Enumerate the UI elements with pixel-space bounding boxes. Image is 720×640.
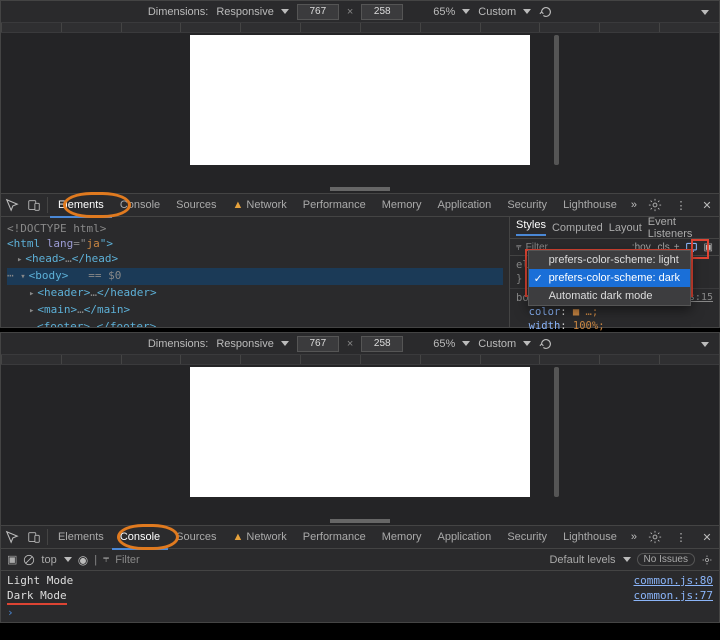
prompt-icon: › <box>7 605 14 620</box>
clear-console-icon[interactable] <box>23 554 35 566</box>
side-tab-computed[interactable]: Computed <box>552 222 603 234</box>
sidebar-toggle-icon[interactable]: ▣ <box>7 553 17 566</box>
side-tab-events[interactable]: Event Listeners <box>648 216 713 240</box>
rendered-page[interactable] <box>190 35 530 165</box>
inspect-icon[interactable] <box>1 193 23 217</box>
console-input[interactable] <box>20 605 713 620</box>
log-line: Light Mode <box>7 573 634 588</box>
tab-performance[interactable]: Performance <box>295 525 374 549</box>
rendered-page[interactable] <box>190 367 530 497</box>
tab-performance[interactable]: Performance <box>295 193 374 217</box>
tab-lighthouse[interactable]: Lighthouse <box>555 525 625 549</box>
resize-grip-icon[interactable] <box>330 519 390 523</box>
console-filter-input[interactable]: Filter <box>115 554 139 566</box>
issues-badge[interactable]: No Issues <box>637 553 695 566</box>
console-settings-icon[interactable] <box>701 554 713 566</box>
height-input[interactable] <box>361 4 403 20</box>
scrollbar-stub <box>554 35 559 165</box>
tabs-overflow-icon[interactable]: » <box>625 199 643 211</box>
tab-elements[interactable]: Elements <box>50 194 112 218</box>
width-input[interactable] <box>297 336 339 352</box>
side-tab-layout[interactable]: Layout <box>609 222 642 234</box>
zoom-select[interactable]: 65% <box>433 338 470 350</box>
dimensions-label: Dimensions: <box>148 6 209 18</box>
tab-security[interactable]: Security <box>499 525 555 549</box>
devtools-tab-bar: Elements Console Sources ▲Network Perfor… <box>1 525 719 549</box>
rotate-icon[interactable] <box>539 337 553 351</box>
tab-console[interactable]: Console <box>112 526 168 550</box>
tab-network[interactable]: ▲Network <box>225 525 295 549</box>
settings-icon[interactable] <box>643 525 667 549</box>
styles-pane: Styles Computed Layout Event Listeners ⫧… <box>509 217 719 327</box>
tab-sources[interactable]: Sources <box>168 525 224 549</box>
panel-toggle-icon[interactable]: ▣ <box>704 242 713 253</box>
device-menu-caret-icon[interactable] <box>698 6 709 18</box>
tab-network[interactable]: ▲Network <box>225 193 295 217</box>
inspect-icon[interactable] <box>1 525 23 549</box>
opt-prefers-dark[interactable]: prefers-color-scheme: dark <box>529 269 690 287</box>
warning-icon: ▲ <box>233 199 244 211</box>
close-icon[interactable]: ✕ <box>695 193 719 217</box>
resize-grip-icon[interactable] <box>330 187 390 191</box>
throttle-select[interactable]: Custom <box>478 338 531 350</box>
width-input[interactable] <box>297 4 339 20</box>
source-link[interactable]: common.js:77 <box>634 588 713 605</box>
context-select[interactable]: top <box>41 554 71 566</box>
tab-elements[interactable]: Elements <box>50 525 112 549</box>
zoom-select[interactable]: 65% <box>433 6 470 18</box>
dimensions-label: Dimensions: <box>148 338 209 350</box>
live-expression-icon[interactable]: ◉ <box>78 553 88 567</box>
tab-application[interactable]: Application <box>429 525 499 549</box>
console-toolbar: ▣ top ◉ | ⫧ Filter Default levels No Iss… <box>1 549 719 571</box>
dom-tree[interactable]: <!DOCTYPE html> <html lang="ja"> <head>…… <box>1 217 509 327</box>
tab-memory[interactable]: Memory <box>374 525 430 549</box>
tab-security[interactable]: Security <box>499 193 555 217</box>
scrollbar-stub <box>554 367 559 497</box>
x-separator: × <box>347 6 353 18</box>
log-line: Dark Mode <box>7 588 634 605</box>
opt-prefers-light[interactable]: prefers-color-scheme: light <box>529 251 690 269</box>
doctype-line: <!DOCTYPE html> <box>7 221 503 236</box>
tab-sources[interactable]: Sources <box>168 193 224 217</box>
ruler <box>1 23 719 33</box>
filter-icon: ⫧ <box>516 242 522 253</box>
source-link[interactable]: common.js:80 <box>634 573 713 588</box>
tab-console[interactable]: Console <box>112 193 168 217</box>
device-toggle-icon[interactable] <box>23 525 45 549</box>
filter-icon: ⫧ <box>103 553 109 566</box>
viewport-preview <box>1 33 719 193</box>
side-tab-styles[interactable]: Styles <box>516 219 546 236</box>
throttle-select[interactable]: Custom <box>478 6 531 18</box>
tab-application[interactable]: Application <box>429 193 499 217</box>
device-menu-caret-icon[interactable] <box>698 338 709 350</box>
close-icon[interactable]: ✕ <box>695 525 719 549</box>
device-toggle-icon[interactable] <box>23 193 45 217</box>
kebab-icon[interactable]: ⋮ <box>669 193 693 217</box>
device-toolbar: Dimensions: Responsive × 65% Custom <box>1 1 719 23</box>
log-levels-select[interactable]: Default levels <box>549 554 630 566</box>
height-input[interactable] <box>361 336 403 352</box>
dimensions-select[interactable]: Responsive <box>216 6 288 18</box>
tabs-overflow-icon[interactable]: » <box>625 531 643 543</box>
console-output[interactable]: Light Modecommon.js:80 Dark Modecommon.j… <box>1 571 719 622</box>
tab-memory[interactable]: Memory <box>374 193 430 217</box>
tab-lighthouse[interactable]: Lighthouse <box>555 193 625 217</box>
color-scheme-dropdown: prefers-color-scheme: light prefers-colo… <box>528 250 691 306</box>
viewport-preview <box>1 365 719 525</box>
kebab-icon[interactable]: ⋮ <box>669 525 693 549</box>
devtools-tab-bar: Elements Console Sources ▲Network Perfor… <box>1 193 719 217</box>
warning-icon: ▲ <box>233 531 244 543</box>
ruler <box>1 355 719 365</box>
device-toolbar: Dimensions: Responsive × 65% Custom <box>1 333 719 355</box>
dimensions-select[interactable]: Responsive <box>216 338 288 350</box>
settings-icon[interactable] <box>643 193 667 217</box>
rotate-icon[interactable] <box>539 5 553 19</box>
opt-auto-dark[interactable]: Automatic dark mode <box>529 287 690 305</box>
